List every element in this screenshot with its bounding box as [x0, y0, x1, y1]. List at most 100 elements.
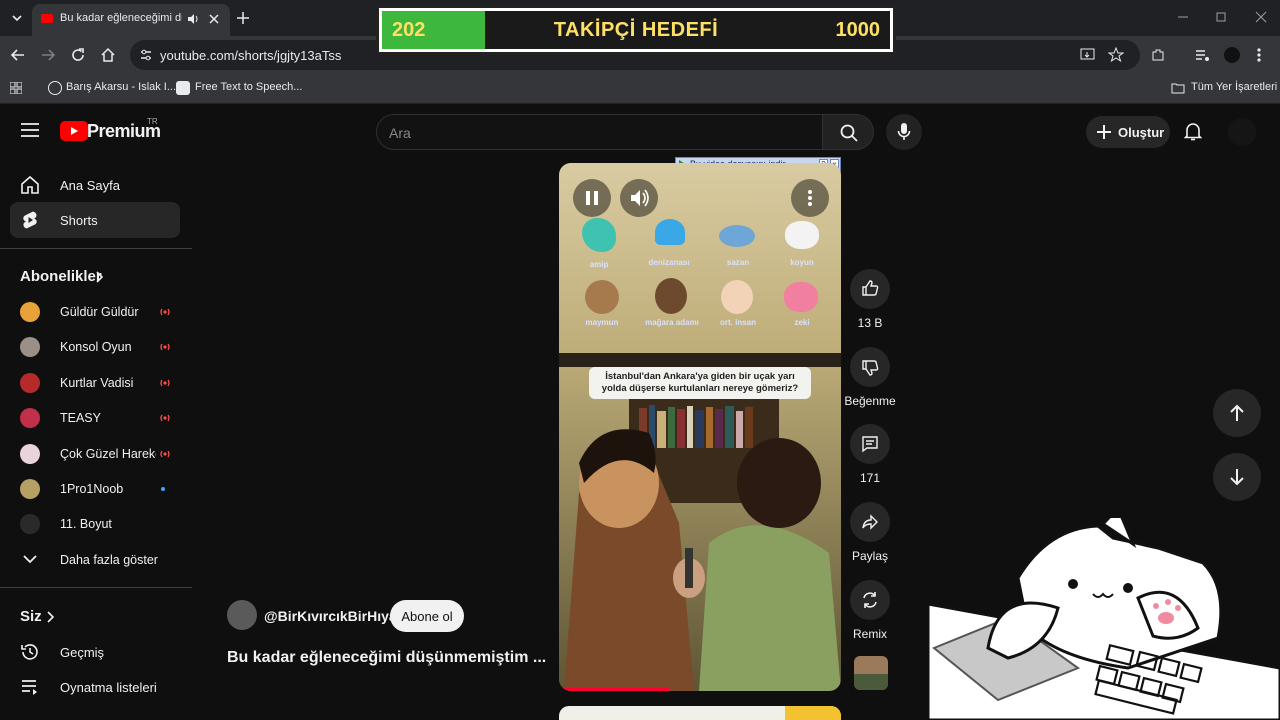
bookmark-2[interactable]: Free Text to Speech... — [195, 81, 302, 93]
home-icon — [20, 175, 40, 195]
channel-avatar — [20, 443, 40, 464]
thumbs-up-icon — [862, 280, 879, 296]
youtube-favicon-icon — [41, 14, 53, 23]
subscription-label: Konsol Oyun — [60, 340, 132, 355]
emoji-label: mağara adamı — [645, 318, 699, 327]
restore-icon[interactable] — [1214, 11, 1228, 23]
tab-title: Bu kadar eğleneceğimi düşü — [60, 12, 182, 24]
plus-icon — [1096, 124, 1112, 140]
you-title[interactable]: Siz — [20, 608, 42, 625]
channel-avatar[interactable] — [227, 600, 257, 630]
subscribe-button[interactable]: Abone ol — [390, 600, 464, 632]
subscription-item[interactable]: Güldür Güldür — [10, 294, 180, 330]
share-icon — [862, 514, 878, 530]
sidebar-item-shorts[interactable]: Shorts — [10, 202, 180, 238]
bookmark-star-icon[interactable] — [1108, 47, 1124, 63]
video-caption: İstanbul'dan Ankara'ya giden bir uçak ya… — [589, 367, 811, 399]
subscription-item[interactable]: Konsol Oyun — [10, 329, 180, 365]
site-info-icon[interactable] — [139, 48, 153, 62]
next-short-preview[interactable] — [559, 706, 841, 720]
browser-menu-icon[interactable] — [1256, 47, 1262, 63]
goal-label: TAKİPÇİ HEDEFİ — [553, 19, 719, 41]
account-avatar[interactable] — [1228, 118, 1256, 146]
media-control-icon[interactable] — [1194, 47, 1210, 63]
volume-button[interactable] — [620, 179, 658, 217]
voice-search-button[interactable] — [886, 114, 922, 150]
notifications-bell-icon[interactable] — [1184, 121, 1202, 141]
sidebar-divider — [0, 248, 192, 249]
reload-icon[interactable] — [70, 47, 86, 63]
sidebar-item-label: Ana Sayfa — [60, 178, 120, 193]
next-short-button[interactable] — [1213, 453, 1261, 501]
chevron-right-icon[interactable] — [47, 611, 55, 623]
sidebar-item-label: Oynatma listeleri — [60, 680, 157, 695]
emoji-label: zeki — [794, 318, 810, 327]
live-broadcast-icon — [158, 412, 172, 424]
bookmark-1[interactable]: Barış Akarsu - Islak I... — [66, 81, 176, 93]
sidebar-item-label: Shorts — [60, 213, 98, 228]
extensions-icon[interactable] — [1150, 47, 1166, 63]
tab-close-icon[interactable] — [208, 13, 220, 25]
subscribe-label: Abone ol — [401, 609, 453, 624]
home-browser-icon[interactable] — [100, 47, 116, 63]
all-bookmarks[interactable]: Tüm Yer İşaretleri — [1191, 81, 1277, 93]
subscription-item[interactable]: 1Pro1Noob — [10, 471, 180, 507]
caveman-icon — [655, 278, 687, 314]
history-icon — [20, 642, 40, 662]
goal-bar: 202 TAKİPÇİ HEDEFİ 1000 — [382, 11, 890, 49]
average-person-icon — [721, 280, 753, 314]
sidebar-item-playlists[interactable]: Oynatma listeleri — [10, 669, 180, 705]
channel-avatar — [20, 372, 40, 393]
subscriptions-title[interactable]: Abonelikler — [20, 268, 102, 285]
apps-grid-icon[interactable] — [10, 82, 22, 94]
live-broadcast-icon — [158, 341, 172, 353]
tab-audio-icon[interactable] — [186, 12, 200, 26]
video-more-button[interactable] — [791, 179, 829, 217]
minimize-icon[interactable] — [1176, 12, 1190, 22]
tab-search-icon[interactable] — [8, 10, 26, 26]
video-title[interactable]: Bu kadar eğleneceğimi düşünmemiştim ... — [227, 649, 547, 667]
microphone-icon — [897, 122, 911, 142]
short-video-player[interactable]: amip denizanası sazan koyun maymun mağar… — [559, 163, 841, 691]
emoji-label: koyun — [790, 258, 814, 267]
subscription-label: 11. Boyut — [60, 517, 112, 532]
bookmark-page-icon — [176, 81, 190, 95]
subscription-label: 1Pro1Noob — [60, 482, 124, 496]
sidebar-item-history[interactable]: Geçmiş — [10, 634, 180, 670]
create-button[interactable]: Oluştur — [1086, 116, 1170, 148]
next-short-thumb — [785, 706, 841, 720]
share-button[interactable] — [850, 502, 890, 542]
search-icon — [840, 124, 858, 142]
subscription-item[interactable]: Çok Güzel Hareke... — [10, 436, 180, 472]
audio-source-thumbnail[interactable] — [854, 656, 888, 690]
youtube-logo-icon[interactable] — [60, 121, 88, 141]
search-input[interactable]: Ara — [376, 114, 824, 150]
previous-short-button[interactable] — [1213, 389, 1261, 437]
fish-icon — [719, 225, 755, 247]
back-icon[interactable] — [10, 47, 26, 63]
close-window-icon[interactable] — [1254, 11, 1268, 23]
browser-tab[interactable]: Bu kadar eğleneceğimi düşü — [32, 4, 230, 36]
thumbs-down-icon — [862, 360, 879, 376]
sidebar-item-home[interactable]: Ana Sayfa — [10, 167, 180, 203]
remix-button[interactable] — [850, 580, 890, 620]
like-count: 13 B — [857, 316, 883, 330]
forward-icon[interactable] — [40, 47, 56, 63]
chevron-right-icon[interactable] — [96, 271, 104, 283]
search-button[interactable] — [822, 114, 874, 150]
pause-button[interactable] — [573, 179, 611, 217]
show-more-button[interactable]: Daha fazla göster — [10, 542, 180, 578]
new-tab-icon[interactable] — [236, 11, 250, 25]
like-button[interactable] — [850, 269, 890, 309]
dislike-button[interactable] — [850, 347, 890, 387]
profile-avatar[interactable] — [1224, 47, 1240, 63]
comments-button[interactable] — [850, 424, 890, 464]
url-text: youtube.com/shorts/jgjty13aTss — [160, 48, 342, 63]
channel-handle[interactable]: @BirKıvırcıkBirHıyar — [264, 608, 402, 624]
hamburger-menu-icon[interactable] — [21, 123, 39, 137]
subscription-item[interactable]: 11. Boyut — [10, 506, 180, 542]
subscription-item[interactable]: TEASY — [10, 400, 180, 436]
subscription-item[interactable]: Kurtlar Vadisi — [10, 365, 180, 401]
subscription-label: Çok Güzel Hareke... — [60, 446, 156, 461]
install-app-icon[interactable] — [1080, 48, 1096, 62]
